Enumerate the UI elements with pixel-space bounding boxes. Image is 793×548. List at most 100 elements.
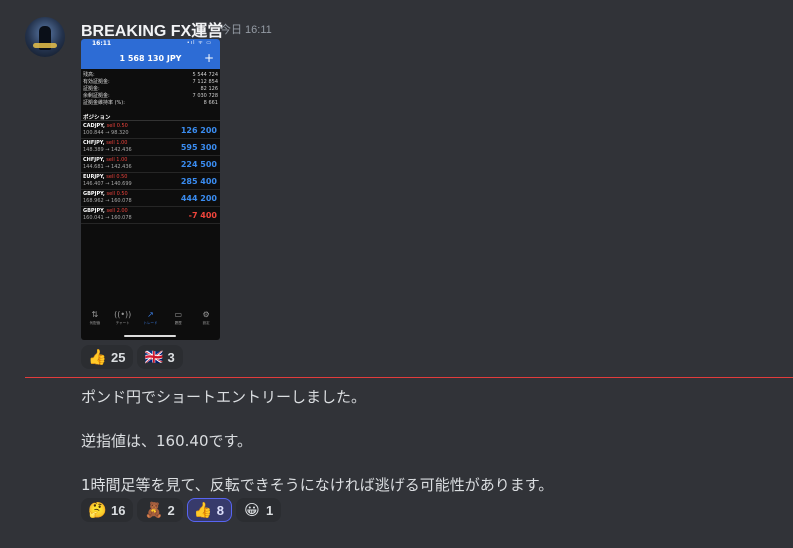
position-prices: 144.681 → 142.436 [83,164,132,170]
position-profit: 285 400 [180,177,217,186]
reaction-count: 25 [111,349,126,365]
account-value: 5 544 724 [192,72,218,78]
account-row: 有効証拠金: 7 112 854 [83,79,218,86]
position-row: CHFJPY, sell 1.00 144.681 → 142.436 224 50… [81,156,220,173]
tab-icon: ⇅ [91,310,99,319]
reaction-emoji-icon: 😀 [244,501,260,519]
position-row: EURJPY, sell 0.50 146.407 → 140.699 285 40… [81,173,220,190]
reaction-count: 1 [265,502,274,518]
position-side: sell 2.00 [106,208,128,214]
position-row: CHFJPY, sell 1.00 148.389 → 142.436 595 30… [81,139,220,156]
tab-label: 設定 [202,321,210,325]
screenshot-attachment[interactable]: 16:11 •ıl ᯤ ▭ 1 568 130 JPY + 残高: 5 544 7… [81,39,220,340]
position-profit: 224 500 [180,160,217,169]
position-side: sell 0.50 [106,123,128,129]
new-messages-divider [25,377,793,378]
position-row: GBPJPY, sell 2.00 160.041 → 160.078 -7 400 [81,207,220,224]
phone-tab: ⇅ 気配値 [84,310,106,334]
message-line: 1時間足等を見て、反転できそうになければ逃げる可能性があります。 [81,476,554,494]
tab-label: 履歴 [174,321,182,325]
reaction-emoji-icon: 👍 [88,348,107,366]
position-profit: 444 200 [180,194,217,203]
phone-header: 1 568 130 JPY + [81,49,220,69]
position-side: sell 0.50 [106,191,128,197]
position-symbol-name: CADJPY, [83,123,105,129]
reaction-button[interactable]: 👍 8 [186,498,232,522]
position-symbol: CHFJPY, sell 1.00 [83,140,127,146]
account-value: 8 661 [203,100,218,106]
phone-status-bar: 16:11 •ıl ᯤ ▭ [81,39,220,49]
message-line: 逆指値は、160.40です。 [81,432,252,450]
phone-tab: ▭ 履歴 [167,310,189,334]
position-row: CADJPY, sell 0.50 100.844 → 98.320 126 200 [81,122,220,139]
tab-label: トレード [143,321,158,325]
account-row: 証拠金: 82 126 [83,86,218,93]
account-value: 82 126 [200,86,219,92]
plus-icon: + [203,51,214,65]
tab-icon: ↗ [147,310,154,319]
position-symbol: CADJPY, sell 0.50 [83,123,128,129]
position-profit: 126 200 [180,126,217,135]
tab-icon: ▭ [174,310,183,319]
phone-tab: ↗ トレード [139,310,161,334]
position-side: sell 1.00 [106,157,128,163]
position-side: sell 0.50 [106,174,128,180]
account-row: 余剰証拠金: 7 030 728 [83,93,218,100]
account-summary: 残高: 5 544 724 有効証拠金: 7 112 854 証拠金: 82 126 余剰証… [83,72,218,107]
account-label: 有効証拠金: [83,79,110,85]
account-label: 余剰証拠金: [83,93,110,99]
reaction-button[interactable]: 😀 1 [235,498,282,522]
account-label: 証拠金: [83,86,100,92]
reaction-count: 2 [167,502,175,518]
reactions-bar: 👍 25 🇬🇧 3 [81,345,183,369]
position-symbol: EURJPY, sell 0.50 [83,174,127,180]
divider [81,120,220,121]
positions-list: CADJPY, sell 0.50 100.844 → 98.320 126 200… [81,122,220,224]
position-prices: 168.962 → 160.078 [83,198,132,204]
position-profit: 595 300 [180,143,217,152]
username[interactable]: BREAKING FX運営 [81,17,223,41]
account-label: 証拠金維持率 (%): [83,100,125,106]
reaction-button[interactable]: 👍 25 [81,345,134,369]
position-prices: 160.041 → 160.078 [83,215,132,221]
reaction-emoji-icon: 🧸 [144,501,164,519]
phone-tab: ((•)) チャート [112,310,134,334]
reaction-count: 8 [216,502,224,518]
position-symbol: GBPJPY, sell 0.50 [83,191,128,197]
position-symbol: GBPJPY, sell 2.00 [83,208,128,214]
reaction-emoji-icon: 🇬🇧 [144,348,164,366]
balance-header: 1 568 130 JPY [119,54,182,63]
phone-status-time: 16:11 [92,40,112,47]
position-row: GBPJPY, sell 0.50 168.962 → 160.078 444 20… [81,190,220,207]
reaction-button[interactable]: 🧸 2 [137,498,183,522]
position-prices: 148.389 → 142.436 [83,147,132,153]
account-label: 残高: [83,72,95,78]
phone-tab-bar: ⇅ 気配値 ((•)) チャート ↗ トレード ▭ 履歴 ⚙ 設定 [81,310,220,334]
phone-tab: ⚙ 設定 [195,310,217,334]
account-value: 7 112 854 [192,79,218,85]
position-profit: -7 400 [188,211,217,220]
home-indicator [124,335,176,337]
tab-icon: ⚙ [202,310,210,319]
account-value: 7 030 728 [192,93,218,99]
reaction-emoji-icon: 🤔 [88,501,107,519]
position-prices: 100.844 → 98.320 [83,130,129,136]
reaction-button[interactable]: 🇬🇧 3 [137,345,183,369]
account-row: 証拠金維持率 (%): 8 661 [83,100,218,107]
position-symbol-name: EURJPY, [83,174,105,180]
reaction-count: 16 [111,502,126,518]
tab-label: チャート [115,321,130,325]
message-line: ポンド円でショートエントリーしました。 [81,388,367,406]
reaction-button[interactable]: 🤔 16 [81,498,134,522]
tab-icon: ((•)) [114,310,132,319]
account-row: 残高: 5 544 724 [83,72,218,79]
avatar[interactable] [25,17,65,57]
position-symbol-name: GBPJPY, [83,208,105,214]
position-symbol-name: GBPJPY, [83,191,105,197]
reaction-count: 3 [167,349,175,365]
reaction-emoji-icon: 👍 [193,501,213,519]
position-symbol-name: CHFJPY, [83,157,105,163]
position-symbol-name: CHFJPY, [83,140,105,146]
position-prices: 146.407 → 140.699 [83,181,132,187]
timestamp: 今日 16:11 [220,24,272,36]
